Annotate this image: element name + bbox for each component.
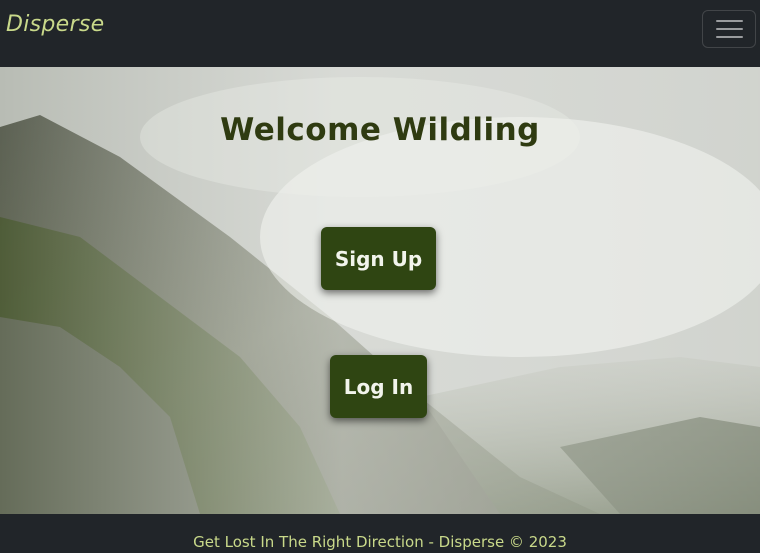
brand-logo[interactable]: Disperse — [6, 12, 104, 37]
page-title: Welcome Wildling — [220, 111, 540, 148]
log-in-button[interactable]: Log In — [330, 355, 427, 418]
footer-text: Get Lost In The Right Direction - Disper… — [193, 533, 567, 551]
hamburger-icon — [715, 36, 743, 38]
navbar: Disperse — [0, 0, 760, 67]
footer: Get Lost In The Right Direction - Disper… — [0, 514, 760, 553]
hero-section: Welcome Wildling Sign Up Log In — [0, 67, 760, 514]
hamburger-icon — [715, 20, 743, 22]
hamburger-icon — [715, 28, 743, 30]
sign-up-button[interactable]: Sign Up — [321, 227, 436, 290]
navbar-toggle-button[interactable] — [702, 10, 756, 48]
